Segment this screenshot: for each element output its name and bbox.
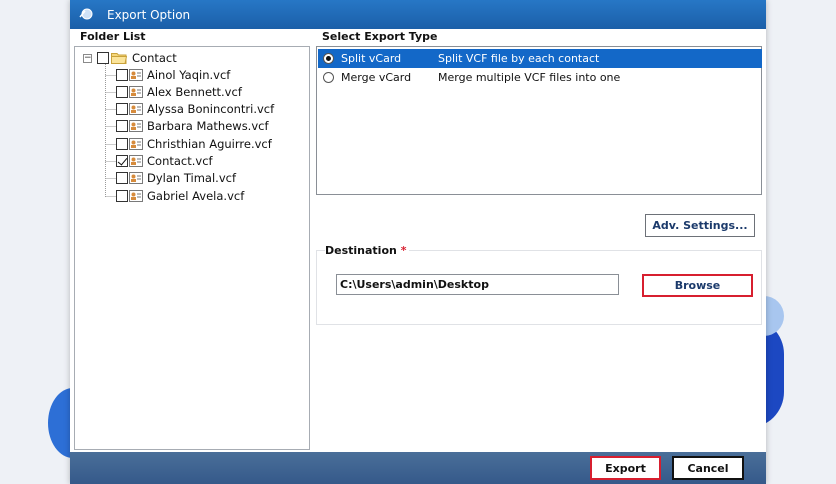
destination-label-text: Destination xyxy=(325,244,397,257)
tree-node-contact-folder[interactable]: Contact xyxy=(97,50,177,66)
export-type-name: Split vCard xyxy=(341,52,402,65)
vcard-icon xyxy=(129,69,143,81)
vcard-icon xyxy=(129,120,143,132)
tree-item-label: Christhian Aguirre.vcf xyxy=(147,137,272,151)
item-checkbox[interactable] xyxy=(116,86,128,98)
adv-settings-button[interactable]: Adv. Settings... xyxy=(645,214,755,237)
browse-button[interactable]: Browse xyxy=(642,274,753,297)
item-checkbox[interactable] xyxy=(116,190,128,202)
folder-checkbox[interactable] xyxy=(97,52,109,64)
tree-item[interactable]: Ainol Yaqin.vcf xyxy=(116,67,230,83)
tree-item[interactable]: Alyssa Bonincontri.vcf xyxy=(116,101,274,117)
collapse-toggle[interactable]: − xyxy=(83,54,92,63)
split-vcard-radio[interactable] xyxy=(323,53,334,64)
export-button[interactable]: Export xyxy=(590,456,661,480)
vcard-icon xyxy=(129,86,143,98)
destination-label: Destination * xyxy=(325,244,410,257)
item-checkbox[interactable] xyxy=(116,69,128,81)
dialog-footer: Export Cancel xyxy=(70,452,766,484)
item-checkbox[interactable] xyxy=(116,155,128,167)
tree-item[interactable]: Alex Bennett.vcf xyxy=(116,84,242,100)
merge-vcard-radio[interactable] xyxy=(323,72,334,83)
tree-item-label: Ainol Yaqin.vcf xyxy=(147,68,231,82)
tree-item-label: Dylan Timal.vcf xyxy=(147,171,236,185)
export-type-description: Merge multiple VCF files into one xyxy=(438,71,621,84)
tree-item[interactable]: Barbara Mathews.vcf xyxy=(116,118,269,134)
required-marker: * xyxy=(400,244,407,257)
cancel-button[interactable]: Cancel xyxy=(672,456,744,480)
export-option-dialog: Export Option Folder List − Contact Aino… xyxy=(70,0,766,484)
export-type-label: Select Export Type xyxy=(322,30,438,43)
tree-item[interactable]: Dylan Timal.vcf xyxy=(116,170,236,186)
vcard-icon xyxy=(129,172,143,184)
export-type-merge-vcard[interactable]: Merge vCard Merge multiple VCF files int… xyxy=(318,68,762,87)
tree-item[interactable]: Contact.vcf xyxy=(116,153,213,169)
destination-path-input[interactable] xyxy=(336,274,619,295)
tree-item-label: Alyssa Bonincontri.vcf xyxy=(147,102,275,116)
export-type-description: Split VCF file by each contact xyxy=(438,52,600,65)
folder-tree[interactable]: − Contact Ainol Yaqin.vcf Alex Bennett.v… xyxy=(74,46,310,450)
tree-item-label: Barbara Mathews.vcf xyxy=(147,119,269,133)
tree-item-label: Contact.vcf xyxy=(147,154,213,168)
tree-node-label: Contact xyxy=(132,51,177,65)
app-icon xyxy=(79,8,93,20)
item-checkbox[interactable] xyxy=(116,103,128,115)
item-checkbox[interactable] xyxy=(116,138,128,150)
item-checkbox[interactable] xyxy=(116,120,128,132)
window-title: Export Option xyxy=(107,8,191,22)
folder-icon xyxy=(111,53,127,64)
tree-item-label: Alex Bennett.vcf xyxy=(147,85,242,99)
vcard-icon xyxy=(129,138,143,150)
vcard-icon xyxy=(129,190,143,202)
title-bar[interactable]: Export Option xyxy=(70,0,766,29)
tree-item[interactable]: Gabriel Avela.vcf xyxy=(116,188,244,204)
tree-item[interactable]: Christhian Aguirre.vcf xyxy=(116,136,272,152)
export-type-name: Merge vCard xyxy=(341,71,412,84)
export-type-split-vcard[interactable]: Split vCard Split VCF file by each conta… xyxy=(318,49,762,68)
tree-item-label: Gabriel Avela.vcf xyxy=(147,189,245,203)
vcard-icon xyxy=(129,103,143,115)
vcard-icon xyxy=(129,155,143,167)
item-checkbox[interactable] xyxy=(116,172,128,184)
export-type-list[interactable]: Split vCard Split VCF file by each conta… xyxy=(316,46,762,195)
desktop-wallpaper-shape xyxy=(764,296,784,336)
folder-list-label: Folder List xyxy=(80,30,146,43)
